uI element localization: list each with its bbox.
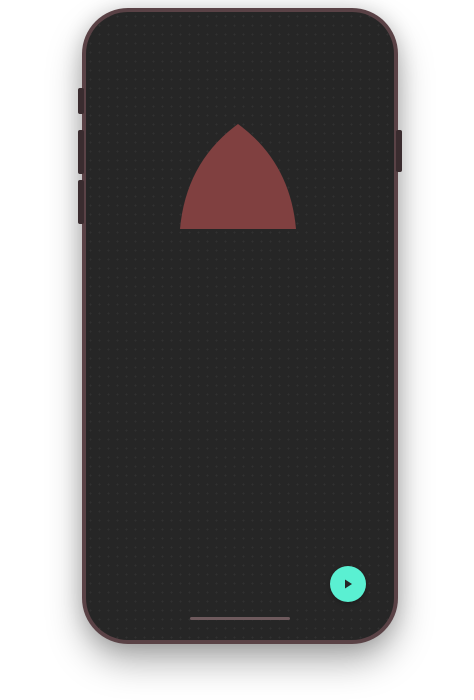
mute-switch bbox=[78, 88, 84, 114]
volume-up-button bbox=[78, 130, 84, 174]
app-screen bbox=[86, 12, 394, 640]
canvas bbox=[0, 0, 474, 700]
volume-down-button bbox=[78, 180, 84, 224]
play-icon bbox=[345, 579, 352, 589]
play-button[interactable] bbox=[330, 566, 366, 602]
home-indicator[interactable] bbox=[190, 617, 290, 620]
red-arch-shape bbox=[180, 124, 296, 229]
power-button bbox=[396, 130, 402, 172]
